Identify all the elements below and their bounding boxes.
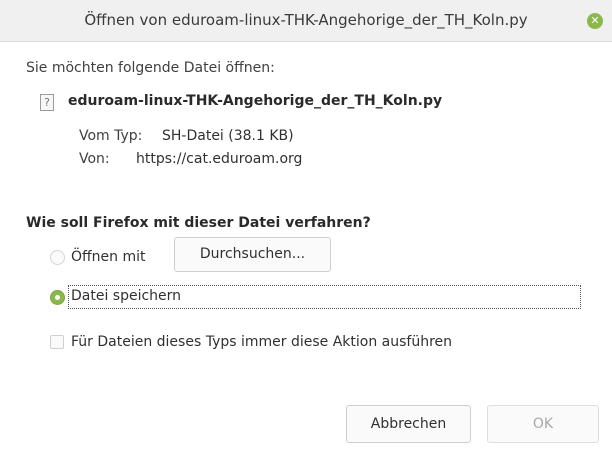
dialog-prompt: Sie möchten folgende Datei öffnen: — [26, 60, 275, 76]
close-icon[interactable]: ✕ — [587, 13, 603, 29]
file-name: eduroam-linux-THK-Angehorige_der_TH_Koln… — [68, 93, 443, 109]
unknown-file-icon: ? — [40, 94, 54, 111]
browse-button[interactable]: Durchsuchen... — [174, 237, 331, 272]
ok-button[interactable]: OK — [487, 405, 599, 443]
file-type-label: Vom Typ: — [79, 128, 143, 144]
file-source-value: https://cat.eduroam.org — [136, 151, 303, 167]
open-with-radio[interactable] — [50, 250, 65, 265]
save-file-radio[interactable] — [50, 290, 65, 305]
always-do-this-label[interactable]: Für Dateien dieses Typs immer diese Akti… — [71, 334, 452, 350]
open-with-label[interactable]: Öffnen mit — [71, 249, 146, 265]
always-do-this-checkbox[interactable] — [50, 335, 64, 349]
action-question: Wie soll Firefox mit dieser Datei verfah… — [26, 215, 371, 231]
window-title: Öffnen von eduroam-linux-THK-Angehorige_… — [84, 11, 528, 29]
title-bar: Öffnen von eduroam-linux-THK-Angehorige_… — [0, 0, 612, 42]
save-file-label[interactable]: Datei speichern — [71, 288, 181, 304]
cancel-button[interactable]: Abbrechen — [346, 405, 471, 443]
file-type-value: SH-Datei (38.1 KB) — [162, 128, 294, 144]
file-source-label: Von: — [79, 151, 110, 167]
